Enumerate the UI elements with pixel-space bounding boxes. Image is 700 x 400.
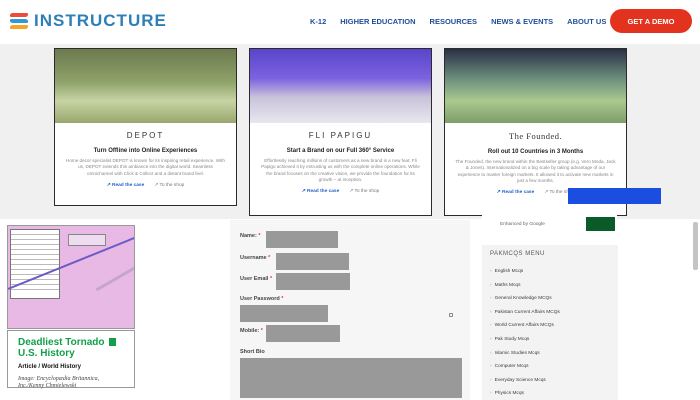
in-badge [109,338,117,347]
user-email-field[interactable] [276,273,350,290]
mobile-field[interactable] [266,325,340,342]
menu-item-physics[interactable]: › Physics Mcqs [490,391,524,396]
card-description: Effortlessly reaching millions of custom… [261,158,420,182]
card-brand: The Founded. [508,131,563,141]
registration-form: Name: * Username * User Email * User Pas… [230,220,470,400]
card-brand: DEPOT [126,131,165,140]
nav-about-us[interactable]: ABOUT US [567,17,606,26]
password-toggle-icon[interactable] [449,313,453,317]
case-card-image [445,49,626,123]
enhanced-by-google-label: Enhanced by Google [500,222,545,227]
map-data-table [10,229,60,299]
scrollbar-thumb[interactable] [693,222,698,270]
site-header: INSTRUCTURE K-12 HIGHER EDUCATION RESOUR… [0,0,700,44]
short-bio-textarea[interactable] [240,358,462,398]
read-case-link[interactable]: ↗ Read the case [497,190,535,195]
menu-item-world-current-affairs[interactable]: › World Current Affairs MCQs [490,323,554,328]
user-password-field[interactable] [240,305,328,322]
menu-item-pak-study[interactable]: › Pak Study Mcqs [490,337,529,342]
map-legend [68,234,106,246]
menu-item-computer[interactable]: › Computer Mcqs [490,364,528,369]
get-a-demo-button[interactable]: GET A DEMO [610,9,692,33]
menu-item-general-knowledge[interactable]: › General Knowledge MCQs [490,296,552,301]
username-label: Username * [240,255,271,261]
case-card-depot: DEPOT Turn Offline into Online Experienc… [54,48,237,206]
menu-item-everyday-science[interactable]: › Everyday Science Mcqs [490,378,546,383]
nav-k12[interactable]: K-12 [310,17,326,26]
menu-item-islamic-studies[interactable]: › Islamic Studies Mcqs [490,351,540,356]
card-links: ↗ Read the case ↗ To the shop [55,183,236,188]
image-caption: Image: Encyclopædia Britannica, Inc./Ken… [18,376,100,389]
name-label: Name: * [240,233,261,239]
article-title[interactable]: Deadliest Tornado U.S. History [18,337,124,359]
logo-mark-icon [9,12,29,30]
tornado-map-image[interactable] [7,225,135,329]
pakmcqs-menu: PAKMCQS MENU › English Mcqs › Maths Mcqs ›… [482,245,618,400]
card-links: ↗ Read the case ↗ To the shop [250,189,431,194]
to-shop-link[interactable]: ↗ To the shop [349,189,379,194]
logo-text: INSTRUCTURE [34,11,167,30]
nav-news-events[interactable]: NEWS & EVENTS [491,17,553,26]
user-password-label: User Password * [240,296,284,302]
page: INSTRUCTURE K-12 HIGHER EDUCATION RESOUR… [0,0,700,400]
menu-heading: PAKMCQS MENU [490,251,545,257]
nav-higher-education[interactable]: HIGHER EDUCATION [340,17,415,26]
card-description: Home decor specialist DEPOT is known for… [66,158,225,176]
nav-resources[interactable]: RESOURCES [430,17,478,26]
case-card-image [250,49,431,123]
card-brand: FLI PAPIGU [308,131,373,140]
menu-item-pakistan-current-affairs[interactable]: › Pakistan Current Affairs MCQs [490,310,560,315]
case-card-fli-papigu: FLI PAPIGU Start a Brand on our Full 360… [249,48,432,216]
user-email-label: User Email * [240,276,273,282]
instructure-logo[interactable]: INSTRUCTURE [9,11,167,31]
case-card-image [55,49,236,123]
read-case-link[interactable]: ↗ Read the case [107,183,145,188]
search-submit-button[interactable] [586,217,615,231]
to-shop-link[interactable]: ↗ To the shop [154,183,184,188]
mobile-label: Mobile: * [240,328,263,334]
blue-overlay-tab[interactable] [568,188,661,204]
main-nav: K-12 HIGHER EDUCATION RESOURCES NEWS & E… [310,17,620,26]
menu-item-maths-mcqs[interactable]: › Maths Mcqs [490,283,520,288]
card-description: The Founded, the new brand within the Be… [455,159,616,183]
short-bio-label: Short Bio [240,349,265,355]
menu-item-english-mcqs[interactable]: › English Mcqs [490,269,523,274]
map-road [95,263,134,292]
article-card[interactable]: Deadliest Tornado U.S. History Article /… [7,330,135,389]
name-field[interactable] [266,231,338,248]
read-case-link[interactable]: ↗ Read the case [302,189,340,194]
article-category: Article / World History [18,364,81,370]
username-field[interactable] [276,253,349,270]
